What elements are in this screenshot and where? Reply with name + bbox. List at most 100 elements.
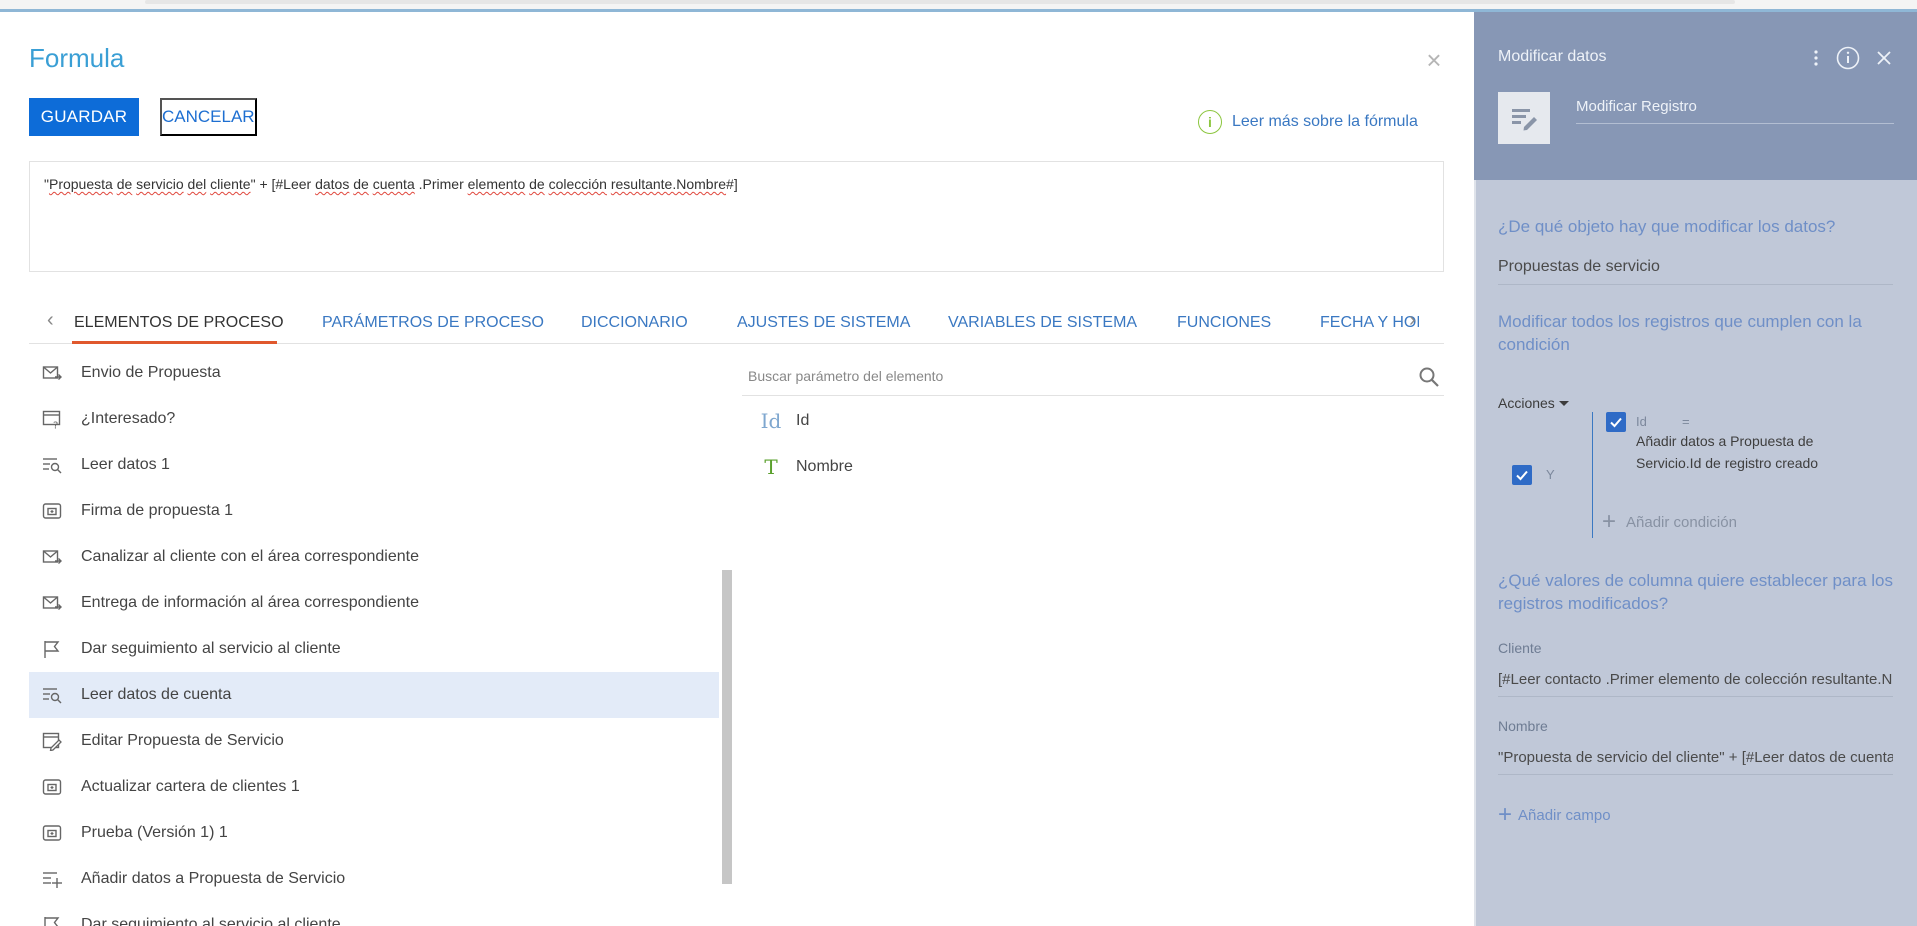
info-icon[interactable]: [1836, 46, 1860, 70]
formula-text: .Primer: [414, 176, 468, 192]
text-type-icon: T: [764, 455, 778, 479]
param-item-id[interactable]: Id Id: [760, 406, 810, 436]
svg-text:?: ?: [53, 421, 58, 430]
object-select[interactable]: Propuestas de servicio: [1498, 258, 1893, 285]
and-operator-label[interactable]: Y: [1546, 467, 1555, 482]
condition-operator[interactable]: =: [1682, 414, 1690, 429]
read-more-link[interactable]: i Leer más sobre la fórmula: [1198, 110, 1418, 134]
tabs-viewport: ELEMENTOS DE PROCESO PARÁMETROS DE PROCE…: [29, 296, 1419, 344]
process-element-label: Envio de Propuesta: [81, 364, 221, 381]
question-condition: Modificar todos los registros que cumple…: [1498, 312, 1862, 354]
read-more-label: Leer más sobre la fórmula: [1232, 113, 1418, 130]
process-element-item[interactable]: Firma de propuesta 1: [29, 488, 719, 534]
formula-word: Propuesta: [48, 176, 113, 192]
process-element-label: Dar seguimiento al servicio al cliente: [81, 640, 341, 657]
modify-record-tile: [1498, 92, 1550, 144]
formula-word: de: [353, 176, 369, 192]
info-icon: i: [1198, 110, 1222, 134]
email-send-icon: [41, 546, 63, 568]
param-search-placeholder: Buscar parámetro del elemento: [748, 368, 944, 384]
email-send-icon: [41, 362, 63, 384]
caret-down-icon: [1558, 400, 1569, 406]
tab-variables-de-sistema[interactable]: VARIABLES DE SISTEMA: [948, 314, 1137, 332]
param-label: Id: [796, 412, 810, 429]
flag-icon: [41, 914, 63, 926]
horizontal-scrollbar[interactable]: [145, 0, 1735, 4]
modal-title: Formula: [29, 43, 125, 73]
process-element-label: Prueba (Versión 1) 1: [81, 824, 228, 841]
active-tab-indicator: [72, 341, 277, 344]
and-group-checkbox[interactable]: [1512, 465, 1532, 485]
process-element-label: Canalizar al cliente con el área corresp…: [81, 548, 419, 565]
formula-word: colección: [548, 176, 607, 192]
process-element-label: ¿Interesado?: [81, 410, 176, 427]
formula-modal: Formula × GUARDAR CANCELAR i Leer más so…: [0, 12, 1474, 926]
condition-field[interactable]: Id: [1636, 414, 1647, 429]
edit-record-icon: [1512, 109, 1537, 131]
param-item-nombre[interactable]: T Nombre: [760, 452, 853, 482]
add-field-button[interactable]: + Añadir campo: [1498, 803, 1611, 827]
process-element-item[interactable]: Editar Propuesta de Servicio: [29, 718, 719, 764]
tab-fecha-y-hora[interactable]: FECHA Y HORA: [1320, 314, 1419, 332]
tab-funciones[interactable]: FUNCIONES: [1177, 314, 1271, 332]
process-element-label: Entrega de información al área correspon…: [81, 594, 419, 611]
process-elements-list: Envio de Propuesta? ¿Interesado? Leer dato…: [29, 350, 731, 926]
close-icon[interactable]: ×: [1422, 47, 1446, 73]
more-vertical-icon[interactable]: [1804, 46, 1828, 70]
field-label-cliente: Cliente: [1498, 640, 1542, 656]
process-element-label: Leer datos de cuenta: [81, 686, 232, 703]
tab-parametros-de-proceso[interactable]: PARÁMETROS DE PROCESO: [322, 314, 544, 332]
subprocess-icon: [41, 776, 63, 798]
check-icon: [1516, 470, 1528, 481]
process-element-item[interactable]: Añadir datos a Propuesta de Servicio: [29, 856, 719, 902]
field-value-cliente[interactable]: [#Leer contacto .Primer elemento de cole…: [1498, 671, 1893, 697]
id-type-icon: Id: [760, 409, 782, 433]
process-element-item[interactable]: Envio de Propuesta: [29, 350, 719, 396]
formula-word: cuenta: [372, 176, 415, 192]
search-icon[interactable]: [1418, 366, 1440, 388]
process-element-item[interactable]: Actualizar cartera de clientes 1: [29, 764, 719, 810]
edit-page-icon: [41, 730, 63, 752]
actions-dropdown[interactable]: Acciones: [1498, 395, 1569, 411]
formula-word: de: [116, 176, 133, 192]
actions-label: Acciones: [1498, 395, 1555, 411]
formula-word: resultante.Nombre: [610, 176, 727, 192]
formula-tabs: ‹ ELEMENTOS DE PROCESO PARÁMETROS DE PRO…: [29, 296, 1444, 344]
add-condition-button[interactable]: + Añadir condición: [1602, 510, 1737, 534]
list-scrollbar[interactable]: [722, 570, 732, 884]
record-name-field[interactable]: Modificar Registro: [1576, 98, 1894, 124]
formula-text: #]: [726, 176, 738, 192]
condition-value[interactable]: Añadir datos a Propuesta de Servicio.Id …: [1636, 430, 1846, 474]
question-values: ¿Qué valores de columna quiere establece…: [1498, 571, 1893, 613]
process-element-item[interactable]: Leer datos de cuenta: [29, 672, 719, 718]
field-value-nombre[interactable]: "Propuesta de servicio del cliente" + [#…: [1498, 749, 1893, 775]
tab-ajustes-de-sistema[interactable]: AJUSTES DE SISTEMA: [737, 314, 910, 332]
process-element-item[interactable]: Dar seguimiento al servicio al cliente: [29, 626, 719, 672]
condition-checkbox[interactable]: [1606, 412, 1626, 432]
formula-word: cliente: [210, 176, 251, 192]
param-label: Nombre: [796, 458, 853, 475]
formula-word: de: [529, 176, 545, 192]
field-label-nombre: Nombre: [1498, 718, 1548, 734]
flag-icon: [41, 638, 63, 660]
email-send-icon: [41, 592, 63, 614]
param-search[interactable]: Buscar parámetro del elemento: [742, 360, 1444, 396]
close-icon[interactable]: [1872, 46, 1896, 70]
add-condition-label: Añadir condición: [1626, 513, 1737, 531]
process-element-item[interactable]: Dar seguimiento al servicio al cliente: [29, 902, 719, 926]
formula-word: servicio: [136, 176, 184, 192]
read-data-icon: [41, 454, 63, 476]
tab-elementos-de-proceso[interactable]: ELEMENTOS DE PROCESO: [74, 314, 284, 332]
process-element-item[interactable]: Leer datos 1: [29, 442, 719, 488]
process-element-item[interactable]: Entrega de información al área correspon…: [29, 580, 719, 626]
save-button[interactable]: GUARDAR: [29, 98, 139, 136]
tab-diccionario[interactable]: DICCIONARIO: [581, 314, 688, 332]
chevron-right-icon[interactable]: ›: [1409, 310, 1427, 330]
cancel-button[interactable]: CANCELAR: [160, 98, 257, 136]
process-element-item[interactable]: ? ¿Interesado?: [29, 396, 719, 442]
formula-editor[interactable]: "Propuesta de servicio del cliente" + [#…: [29, 161, 1444, 272]
panel-title: Modificar datos: [1498, 48, 1607, 65]
process-element-item[interactable]: Prueba (Versión 1) 1: [29, 810, 719, 856]
subprocess-icon: [41, 500, 63, 522]
process-element-item[interactable]: Canalizar al cliente con el área corresp…: [29, 534, 719, 580]
